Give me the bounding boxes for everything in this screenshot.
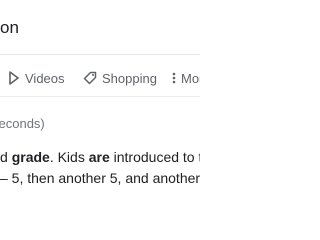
snippet-highlight: are: [88, 149, 110, 165]
result-snippet: d grade. Kids are introduced to t – 5, t…: [0, 147, 200, 189]
play-icon: [8, 71, 20, 85]
snippet-line-1: d grade. Kids are introduced to t: [0, 147, 200, 168]
header-divider: [0, 54, 200, 55]
snippet-line-2: – 5, then another 5, and another: [0, 170, 200, 186]
snippet-text: introduced to t: [109, 149, 200, 165]
search-tabs: Videos Shopping Mor: [0, 64, 200, 92]
search-results-page: on Videos Shopping Mo econds) d grade. K…: [0, 0, 200, 200]
tab-shopping-label: Shopping: [102, 70, 157, 86]
more-vertical-icon: [172, 71, 176, 85]
result-stats: seconds): [0, 116, 45, 131]
tab-videos-label: Videos: [25, 70, 65, 86]
snippet-text: d: [0, 149, 12, 165]
tag-icon: [83, 71, 97, 85]
snippet-text: . Kids: [49, 149, 89, 165]
tab-more-label: Mor: [181, 70, 200, 86]
tabs-divider: [0, 96, 200, 97]
tab-videos[interactable]: Videos: [8, 68, 65, 88]
search-query-text[interactable]: on: [0, 18, 19, 38]
tab-shopping[interactable]: Shopping: [83, 68, 157, 88]
tab-more[interactable]: Mor: [172, 68, 200, 88]
snippet-highlight: grade: [11, 149, 50, 165]
